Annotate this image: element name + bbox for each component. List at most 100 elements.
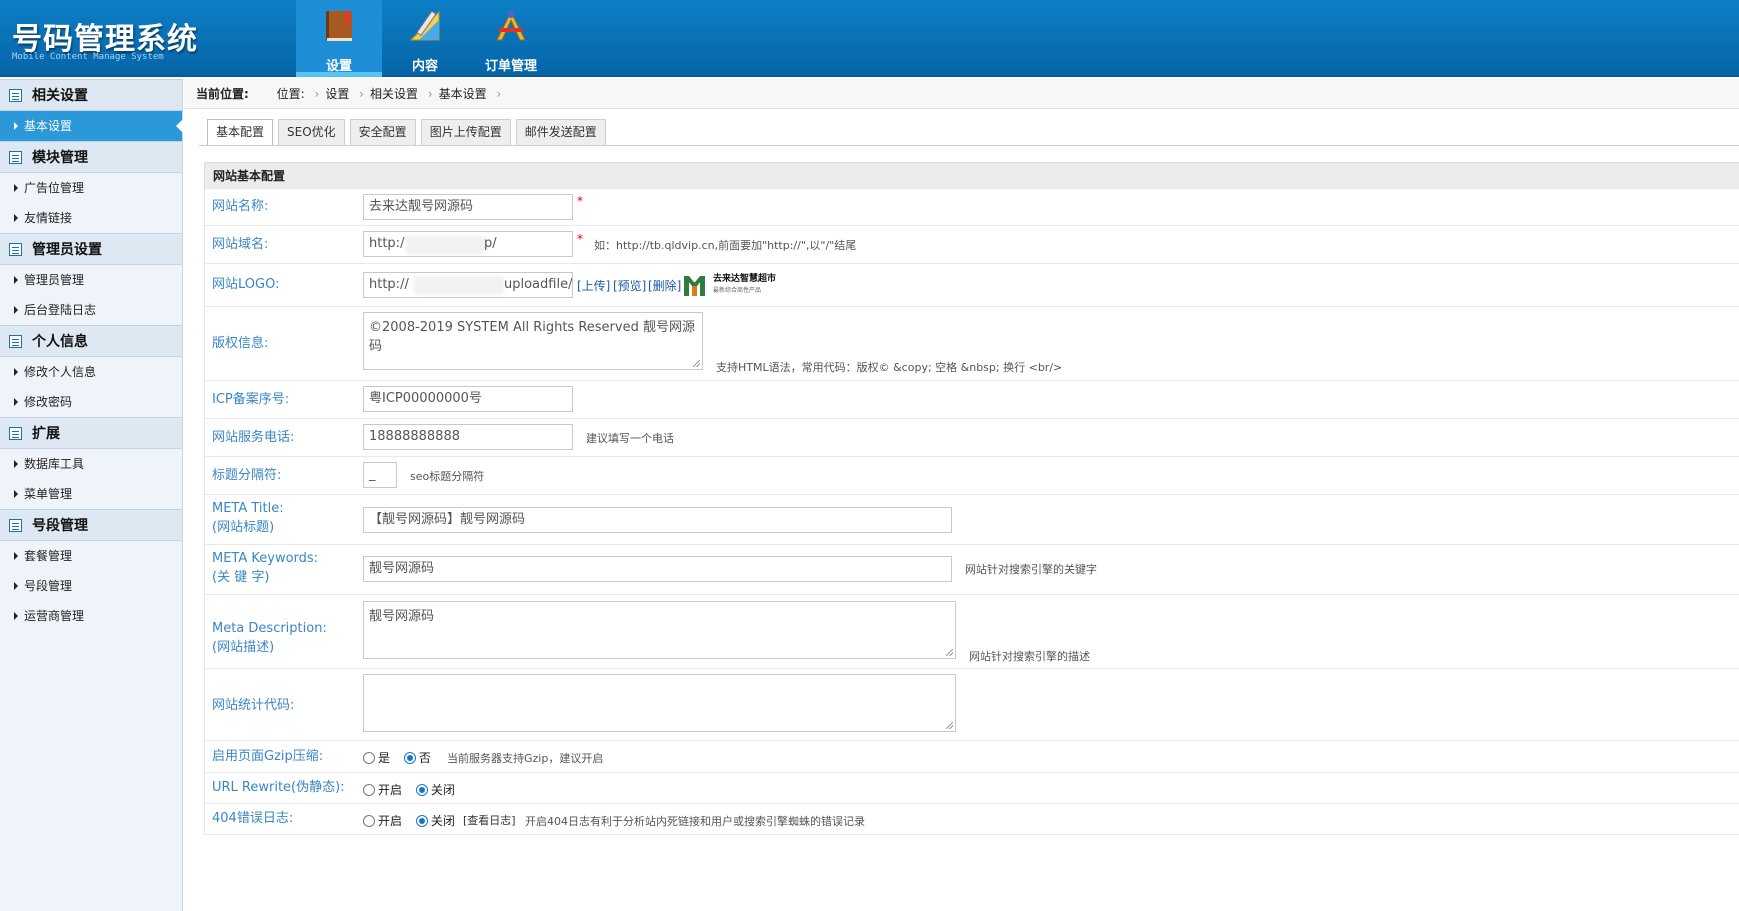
sidebar-group-profile[interactable]: 个人信息 bbox=[0, 325, 182, 357]
sidebar-item-basic-settings[interactable]: 基本设置 bbox=[0, 111, 183, 141]
section-title: 网站基本配置 bbox=[204, 162, 1739, 189]
list-icon bbox=[9, 151, 22, 164]
topnav-content[interactable]: 内容 bbox=[382, 0, 468, 77]
site-logo-input[interactable]: http:// uploadfile/2 bbox=[363, 272, 573, 298]
meta-title-input[interactable]: 【靓号网源码】靓号网源码 bbox=[363, 507, 952, 533]
sidebar-group-extensions[interactable]: 扩展 bbox=[0, 417, 182, 449]
sidebar-group-related-settings[interactable]: 相关设置 bbox=[0, 79, 182, 111]
row-site-name: 网站名称: 去来达靓号网源码 * bbox=[204, 189, 1739, 226]
row-404-log: 404错误日志: 开启 关闭 [查看日志] 开启404日志有利于分析站内死链接和… bbox=[204, 804, 1739, 835]
header: 号码管理系统 Mobile Content Manage System 设置 内… bbox=[0, 0, 1739, 77]
field-label: URL Rewrite(伪静态): bbox=[212, 780, 345, 795]
pencil-ruler-icon bbox=[407, 8, 443, 44]
field-label: Meta Description: bbox=[212, 621, 327, 636]
hint-text: 网站针对搜索引擎的关键字 bbox=[965, 563, 1097, 576]
hint-text: 建议填写一个电话 bbox=[586, 432, 674, 445]
field-sublabel: (关 键 字) bbox=[212, 570, 270, 585]
sidebar-group-admin[interactable]: 管理员设置 bbox=[0, 233, 182, 265]
gzip-radio-group: 是 否 bbox=[363, 749, 441, 766]
title-separator-input[interactable]: _ bbox=[363, 462, 397, 488]
topnav-settings[interactable]: 设置 bbox=[296, 0, 382, 77]
main-content: 当前位置: 位置: › 设置 › 相关设置 › 基本设置 › 基本配置 SEO优化 安… bbox=[184, 79, 1739, 911]
copyright-textarea[interactable]: ©2008-2019 SYSTEM All Rights Reserved 靓号… bbox=[363, 312, 703, 370]
row-meta-title: META Title: (网站标题) 【靓号网源码】靓号网源码 bbox=[204, 495, 1739, 545]
sidebar-item-db-tools[interactable]: 数据库工具 bbox=[0, 449, 182, 479]
log404-on-radio[interactable]: 开启 bbox=[363, 812, 402, 829]
meta-keywords-input[interactable]: 靓号网源码 bbox=[363, 556, 952, 582]
log404-off-radio[interactable]: 关闭 bbox=[415, 812, 455, 829]
sidebar-item-segments[interactable]: 号段管理 bbox=[0, 571, 182, 601]
topnav-orders[interactable]: 订单管理 bbox=[468, 0, 554, 77]
rewrite-on-radio[interactable]: 开启 bbox=[363, 781, 402, 798]
tab-security[interactable]: 安全配置 bbox=[349, 119, 416, 145]
sidebar-item-change-password[interactable]: 修改密码 bbox=[0, 387, 182, 417]
gzip-no-radio[interactable]: 否 bbox=[403, 749, 431, 766]
sidebar-item-menu-manage[interactable]: 菜单管理 bbox=[0, 479, 182, 509]
site-name-input[interactable]: 去来达靓号网源码 bbox=[363, 194, 573, 220]
sidebar-item-admins[interactable]: 管理员管理 bbox=[0, 265, 182, 295]
sidebar-item-friend-links[interactable]: 友情链接 bbox=[0, 203, 182, 233]
tab-image-upload[interactable]: 图片上传配置 bbox=[420, 119, 511, 145]
list-icon bbox=[9, 335, 22, 348]
field-label: 启用页面Gzip压缩: bbox=[212, 749, 324, 764]
log404-radio-group: 开启 关闭 bbox=[363, 812, 465, 829]
sidebar-item-plans[interactable]: 套餐管理 bbox=[0, 541, 182, 571]
preview-link[interactable]: [预览] bbox=[613, 277, 646, 294]
app-subtitle: Mobile Content Manage System bbox=[12, 52, 164, 62]
sidebar-item-login-log[interactable]: 后台登陆日志 bbox=[0, 295, 182, 325]
stats-code-textarea[interactable] bbox=[363, 674, 956, 732]
settings-form: 网站基本配置 网站名称: 去来达靓号网源码 * 网站域名: http:/ p/ … bbox=[204, 162, 1739, 835]
row-meta-keywords: META Keywords: (关 键 字) 靓号网源码 网站针对搜索引擎的关键… bbox=[204, 545, 1739, 595]
field-label: 网站名称: bbox=[212, 199, 269, 214]
sidebar-item-carriers[interactable]: 运营商管理 bbox=[0, 601, 182, 631]
sidebar-group-modules[interactable]: 模块管理 bbox=[0, 141, 182, 173]
hint-text: 开启404日志有利于分析站内死链接和用户或搜索引擎蜘蛛的错误记录 bbox=[525, 815, 865, 828]
list-icon bbox=[9, 243, 22, 256]
meta-description-textarea[interactable]: 靓号网源码 bbox=[363, 601, 956, 659]
required-mark: * bbox=[577, 194, 583, 208]
redacted-blur bbox=[406, 236, 486, 254]
tab-basic[interactable]: 基本配置 bbox=[207, 119, 274, 146]
rewrite-radio-group: 开启 关闭 bbox=[363, 781, 465, 798]
row-phone: 网站服务电话: 18888888888 建议填写一个电话 bbox=[204, 419, 1739, 457]
hint-text: 当前服务器支持Gzip，建议开启 bbox=[447, 752, 604, 765]
phone-input[interactable]: 18888888888 bbox=[363, 424, 573, 450]
row-icp: ICP备案序号: 粤ICP00000000号 bbox=[204, 381, 1739, 419]
breadcrumb-link[interactable]: 相关设置 bbox=[370, 87, 418, 101]
row-url-rewrite: URL Rewrite(伪静态): 开启 关闭 bbox=[204, 773, 1739, 804]
row-stats-code: 网站统计代码: bbox=[204, 669, 1739, 741]
field-label: 网站域名: bbox=[212, 237, 269, 252]
field-label: 网站LOGO: bbox=[212, 277, 280, 292]
field-label: META Keywords: bbox=[212, 551, 319, 566]
sidebar-item-edit-profile[interactable]: 修改个人信息 bbox=[0, 357, 182, 387]
delete-link[interactable]: [删除] bbox=[648, 277, 681, 294]
config-tabs: 基本配置 SEO优化 安全配置 图片上传配置 邮件发送配置 bbox=[207, 119, 611, 146]
field-label: ICP备案序号: bbox=[212, 392, 290, 407]
rewrite-off-radio[interactable]: 关闭 bbox=[415, 781, 455, 798]
hint-text: 支持HTML语法，常用代码：版权© &copy; 空格 &nbsp; 换行 <b… bbox=[716, 361, 1063, 374]
brand-tagline: 最新综合商性产品 bbox=[713, 287, 762, 294]
icp-input[interactable]: 粤ICP00000000号 bbox=[363, 386, 573, 412]
gzip-yes-radio[interactable]: 是 bbox=[363, 749, 390, 766]
field-label: 404错误日志: bbox=[212, 811, 294, 826]
sidebar-item-ad-slots[interactable]: 广告位管理 bbox=[0, 173, 182, 203]
logo-preview: 去来达智慧超市 最新综合商性产品 bbox=[683, 272, 776, 298]
field-label: META Title: bbox=[212, 501, 284, 516]
breadcrumb: 当前位置: 位置: › 设置 › 相关设置 › 基本设置 › bbox=[184, 79, 1739, 109]
site-domain-input[interactable]: http:/ p/ bbox=[363, 231, 573, 257]
upload-link[interactable]: [上传] bbox=[577, 277, 610, 294]
breadcrumb-link[interactable]: 基本设置 bbox=[439, 87, 487, 101]
top-nav: 设置 内容 订单管理 bbox=[296, 0, 554, 77]
tab-seo[interactable]: SEO优化 bbox=[278, 119, 345, 145]
required-mark: * bbox=[577, 232, 583, 246]
redacted-blur bbox=[414, 276, 504, 294]
book-icon bbox=[321, 8, 357, 44]
hint-text: 如：http://tb.qldvip.cn,前面要加"http://",以"/"… bbox=[594, 239, 857, 252]
field-sublabel: (网站描述) bbox=[212, 640, 275, 655]
tab-email[interactable]: 邮件发送配置 bbox=[515, 119, 606, 145]
sidebar-group-number-segments[interactable]: 号段管理 bbox=[0, 509, 182, 541]
sidebar: 相关设置 基本设置 模块管理 广告位管理 友情链接 管理员设置 管理员管理 后台… bbox=[0, 79, 183, 911]
view-log-link[interactable]: [查看日志] bbox=[463, 812, 516, 828]
breadcrumb-link[interactable]: 设置 bbox=[325, 87, 349, 101]
brand-logo-icon bbox=[684, 276, 705, 296]
